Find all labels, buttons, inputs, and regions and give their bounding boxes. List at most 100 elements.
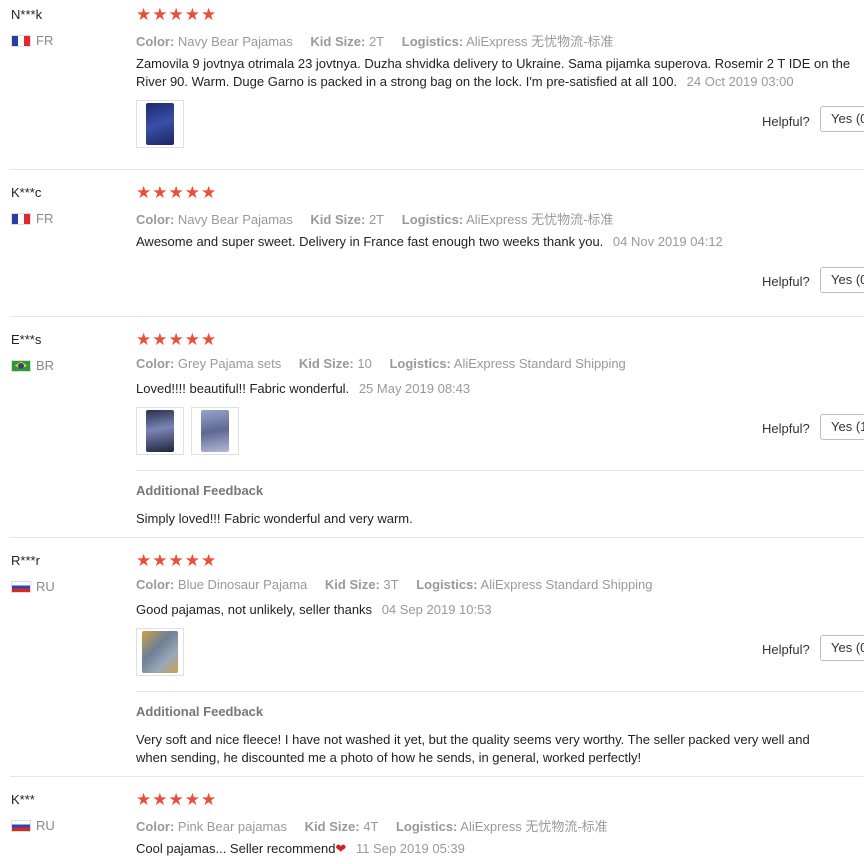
color-label: Color: [136,34,175,49]
review-attributes: Color: Navy Bear Pajamas Kid Size: 2T Lo… [136,31,613,50]
logistics-label: Logistics: [395,819,458,834]
helpful-label: Helpful? [762,274,810,289]
france-flag-icon [11,212,31,225]
review-date: 04 Sep 2019 10:53 [381,602,492,617]
size-label: Kid Size: [310,212,366,227]
color-value: Navy Bear Pajamas [177,34,293,49]
size-value: 2T [368,212,385,227]
review-photo-thumbnail[interactable] [136,100,184,148]
logistics-label: Logistics: [401,212,464,227]
size-value: 3T [383,577,399,592]
review-text: Awesome and super sweet. Delivery in Fra… [136,233,856,251]
reviewer-country: FR [11,33,53,48]
logistics-label: Logistics: [416,577,478,592]
reviewer-name: R***r [11,553,40,568]
pajama-photo [201,410,229,452]
review-divider [10,316,864,317]
brazil-flag-icon [11,359,31,372]
size-label: Kid Size: [304,819,360,834]
russia-flag-icon [11,580,31,593]
additional-feedback-text: Simply loved!!! Fabric wonderful and ver… [136,511,413,526]
helpful-label: Helpful? [762,642,810,657]
size-value: 4T [363,819,379,834]
additional-feedback-heading: Additional Feedback [136,704,264,719]
review-body: Cool pajamas... Seller recommend [136,841,336,856]
review-photo-thumbnail[interactable] [136,407,184,455]
helpful-yes-button[interactable]: Yes (0) [820,635,864,661]
country-code: RU [36,579,55,594]
review-text: Loved!!!! beautiful!! Fabric wonderful. … [136,380,856,398]
reviewer-country: BR [11,358,54,373]
color-value: Grey Pajama sets [177,356,282,371]
reviewer-country: RU [11,818,55,833]
review-attributes: Color: Pink Bear pajamas Kid Size: 4T Lo… [136,816,608,835]
review-divider [10,537,864,538]
pajama-photo [142,631,178,673]
star-rating: ★★★★★ [136,790,218,809]
reviewer-name: N***k [11,7,43,22]
review-body: Awesome and super sweet. Delivery in Fra… [136,234,604,249]
country-code: BR [36,358,55,373]
star-rating: ★★★★★ [136,5,218,24]
review-text: Cool pajamas... Seller recommend❤ 11 Sep… [136,840,856,858]
size-label: Kid Size: [324,577,380,592]
review-date: 24 Oct 2019 03:00 [686,74,794,89]
reviewer-name: E***s [11,332,42,347]
additional-feedback-divider [136,691,864,692]
review-text: Zamovila 9 jovtnya otrimala 23 jovtnya. … [136,55,856,91]
review-divider [10,169,864,170]
logistics-label: Logistics: [401,34,464,49]
heart-icon: ❤ [335,841,347,856]
size-label: Kid Size: [298,356,354,371]
helpful-yes-button[interactable]: Yes (0) [820,267,864,293]
france-flag-icon [11,34,31,47]
logistics-value: AliExpress Standard Shipping [453,356,626,371]
size-value: 10 [357,356,372,371]
size-label: Kid Size: [310,34,366,49]
review-attributes: Color: Navy Bear Pajamas Kid Size: 2T Lo… [136,209,613,228]
color-label: Color: [136,356,175,371]
review-body: Good pajamas, not unlikely, seller thank… [136,602,373,617]
color-value: Blue Dinosaur Pajama [177,577,308,592]
color-label: Color: [136,819,175,834]
helpful-yes-button[interactable]: Yes (0) [820,106,864,132]
additional-feedback-divider [136,470,864,471]
review-date: 11 Sep 2019 05:39 [355,841,465,856]
star-rating: ★★★★★ [136,183,218,202]
review-photo-thumbnail[interactable] [136,628,184,676]
star-rating: ★★★★★ [136,330,218,349]
additional-feedback-text: Very soft and nice fleece! I have not wa… [136,732,810,765]
star-rating: ★★★★★ [136,551,218,570]
additional-feedback-heading: Additional Feedback [136,483,264,498]
helpful-label: Helpful? [762,421,810,436]
color-value: Navy Bear Pajamas [177,212,293,227]
review-body: Loved!!!! beautiful!! Fabric wonderful. [136,381,350,396]
review-divider [10,776,864,777]
logistics-label: Logistics: [389,356,451,371]
pajama-photo [146,103,174,145]
review-text: Good pajamas, not unlikely, seller thank… [136,601,856,619]
color-label: Color: [136,577,175,592]
logistics-value: AliExpress 无忧物流-标准 [466,212,614,227]
logistics-value: AliExpress Standard Shipping [480,577,653,592]
country-code: RU [36,818,55,833]
reviewer-name: K***c [11,185,42,200]
color-label: Color: [136,212,175,227]
reviewer-country: RU [11,579,55,594]
reviewer-name: K*** [11,792,35,807]
russia-flag-icon [11,819,31,832]
reviewer-country: FR [11,211,53,226]
country-code: FR [36,33,54,48]
review-attributes: Color: Grey Pajama sets Kid Size: 10 Log… [136,356,626,371]
helpful-yes-button[interactable]: Yes (1) [820,414,864,440]
review-attributes: Color: Blue Dinosaur Pajama Kid Size: 3T… [136,577,653,592]
logistics-value: AliExpress 无忧物流-标准 [460,819,608,834]
logistics-value: AliExpress 无忧物流-标准 [466,34,614,49]
review-date: 25 May 2019 08:43 [358,381,471,396]
country-code: FR [36,211,54,226]
review-date: 04 Nov 2019 04:12 [612,234,723,249]
size-value: 2T [368,34,385,49]
review-photo-thumbnail[interactable] [191,407,239,455]
helpful-label: Helpful? [762,114,810,129]
pajama-photo [146,410,174,452]
